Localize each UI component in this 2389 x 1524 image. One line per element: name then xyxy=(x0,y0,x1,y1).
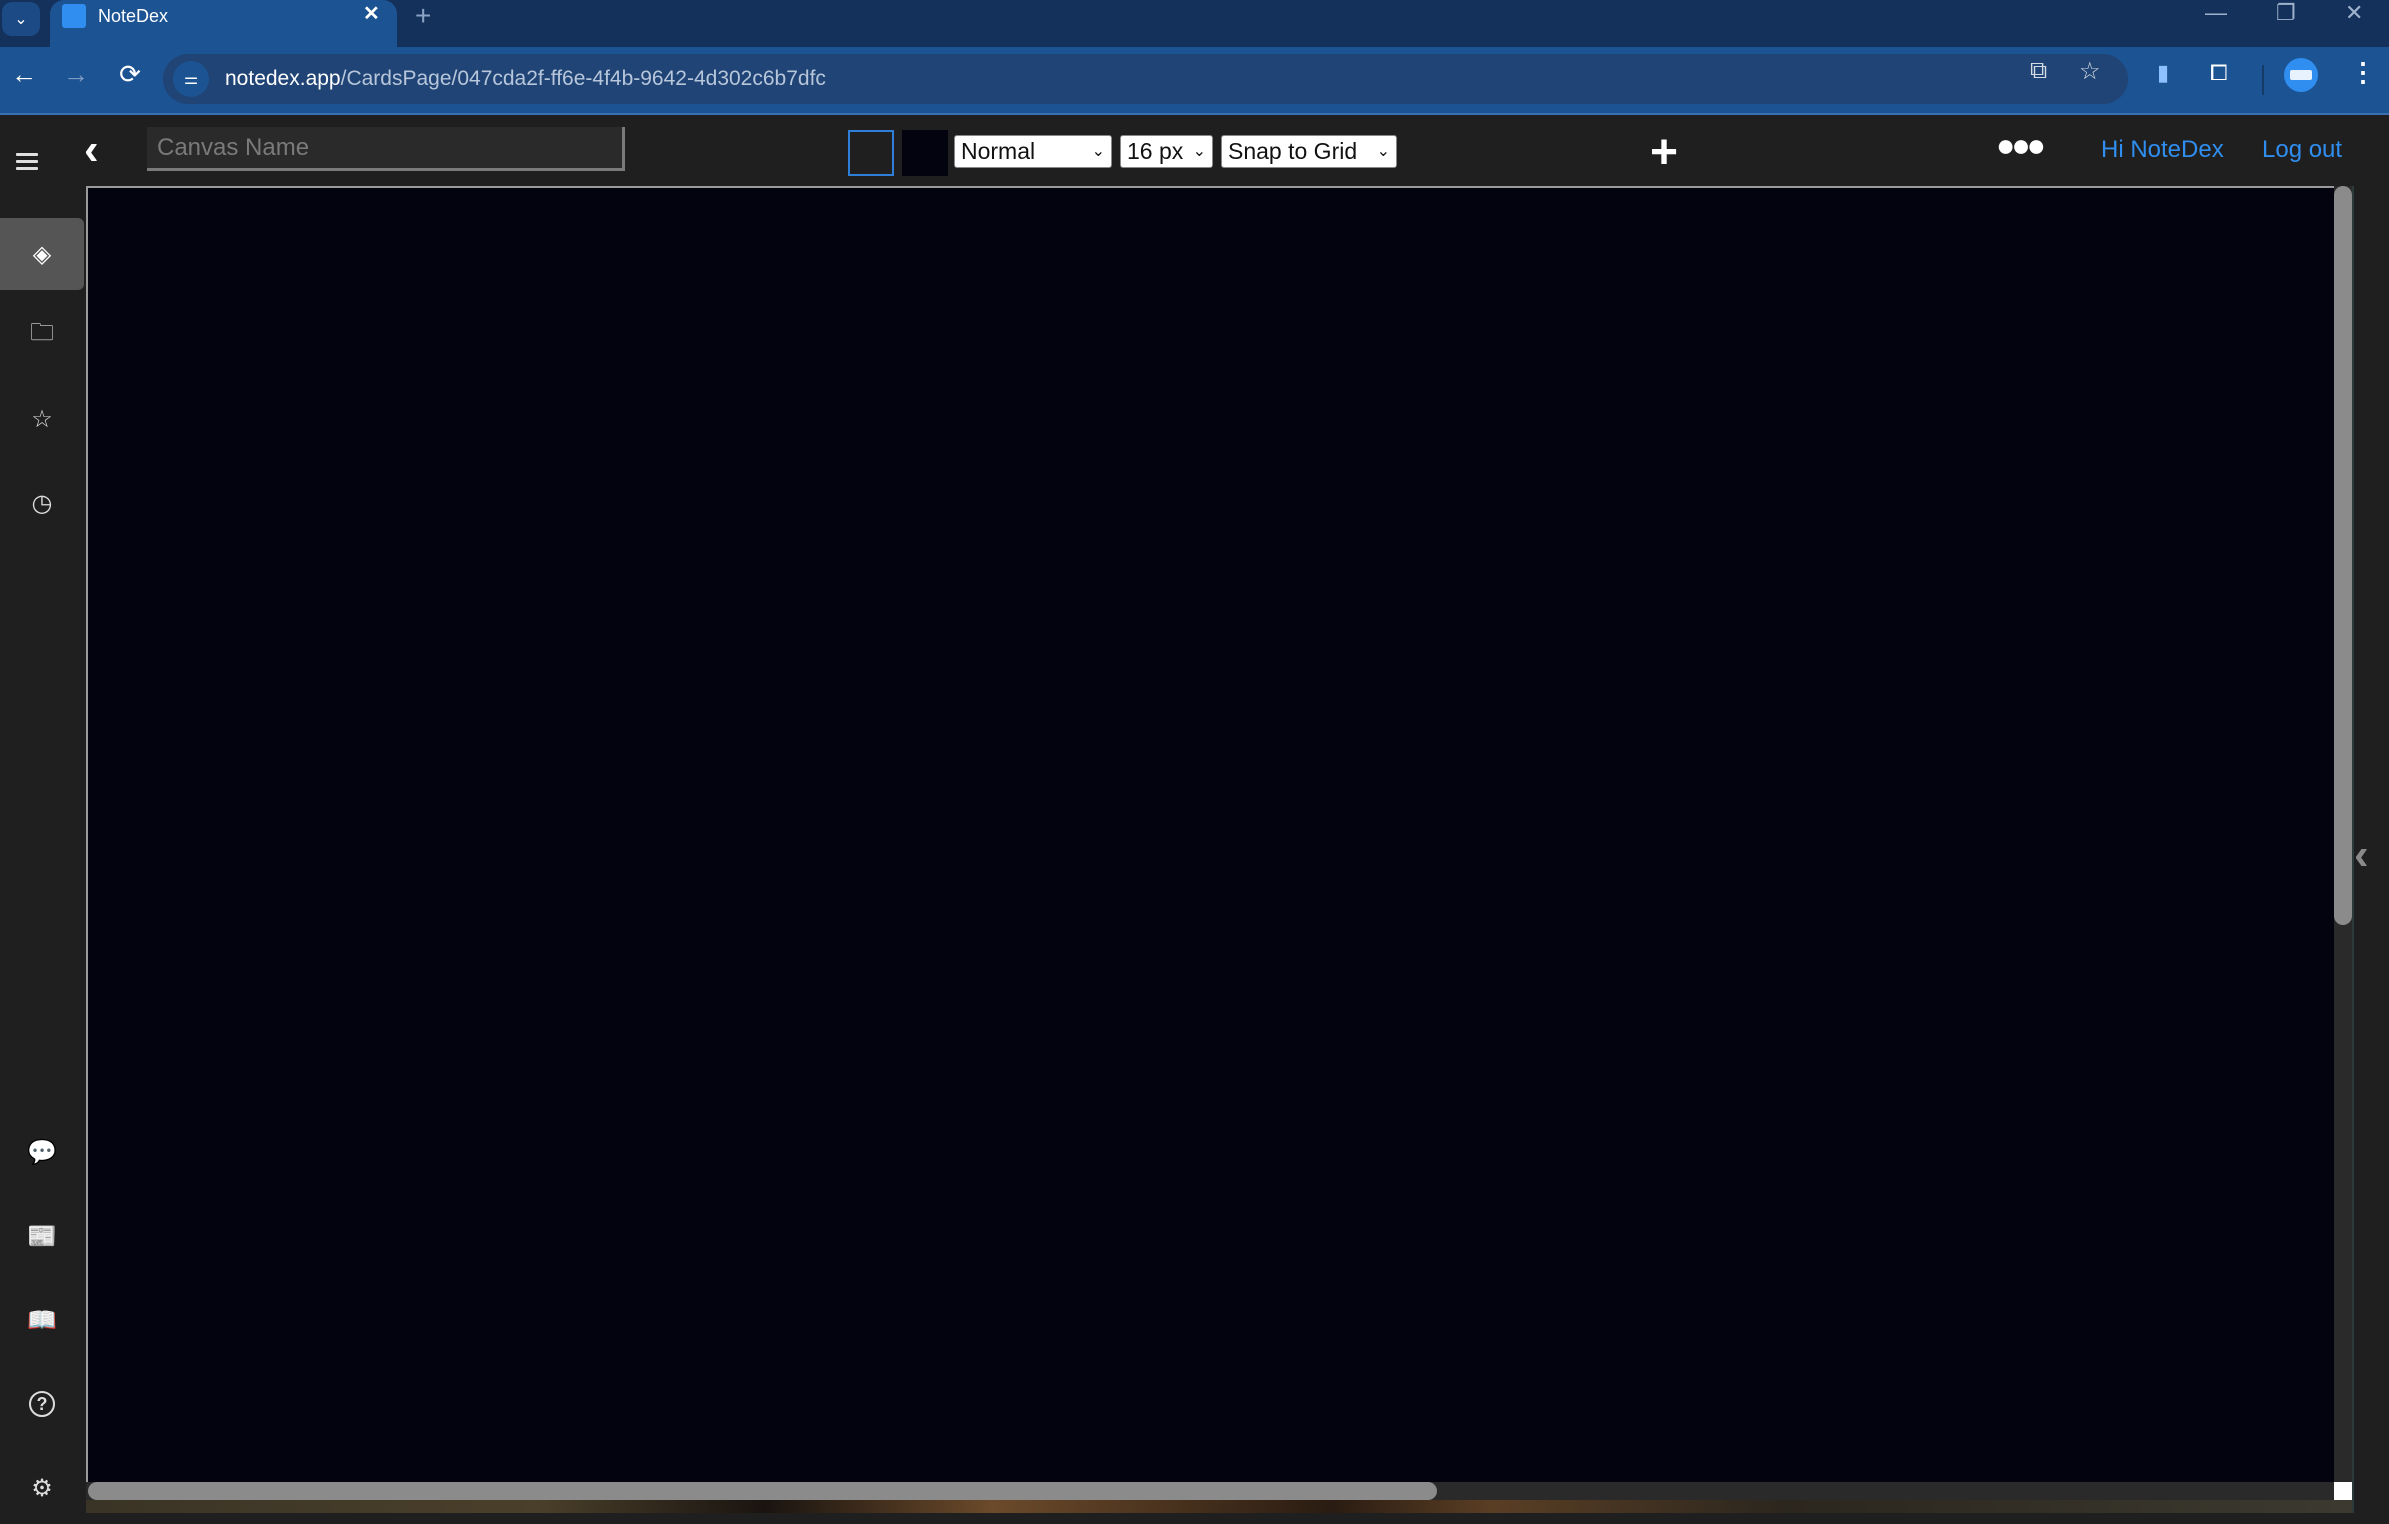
tab-title: NoteDex xyxy=(98,6,169,26)
folder-icon: 🗀 xyxy=(30,318,54,346)
help-circle-icon: ? xyxy=(29,1391,55,1417)
app-header: ‹ Normal ⌄ 16 px ⌄ Snap to Grid ⌄ + ●●● … xyxy=(0,117,2389,186)
add-card-plus-icon[interactable]: + xyxy=(1650,129,1678,177)
font-size-value: 16 px xyxy=(1127,138,1184,164)
url-host: notedex.app xyxy=(225,67,341,90)
tab-search-button[interactable]: ⌄ xyxy=(2,2,40,36)
site-info-icon[interactable]: ⚌ xyxy=(173,61,209,97)
sidebar-item-news[interactable]: 📰 xyxy=(0,1200,84,1272)
book-open-icon: 📖 xyxy=(27,1306,57,1334)
logout-link[interactable]: Log out xyxy=(2262,136,2342,164)
font-size-select[interactable]: 16 px ⌄ xyxy=(1120,135,1213,168)
card-canvas[interactable] xyxy=(86,186,2334,1482)
hamburger-menu-icon[interactable] xyxy=(16,153,38,171)
browser-menu-icon[interactable]: ⋮ xyxy=(2350,57,2376,88)
fill-color-picker[interactable] xyxy=(902,130,948,176)
profile-avatar-icon[interactable] xyxy=(2284,58,2318,92)
chevron-down-icon: ⌄ xyxy=(1091,143,1105,160)
forward-arrow-icon[interactable]: → xyxy=(58,59,94,90)
sidebar-item-help[interactable]: ? xyxy=(0,1368,84,1440)
snap-mode-select[interactable]: Snap to Grid ⌄ xyxy=(1221,135,1397,168)
more-options-icon[interactable]: ●●● xyxy=(1996,127,2046,164)
layers-icon: ◈ xyxy=(32,240,52,268)
font-weight-select[interactable]: Normal ⌄ xyxy=(954,135,1112,168)
chevron-down-icon: ⌄ xyxy=(14,11,28,28)
new-tab-button[interactable]: + xyxy=(415,0,431,32)
url-path: /CardsPage/047cda2f-ff6e-4f4b-9642-4d302… xyxy=(340,67,826,90)
vertical-scrollbar-thumb[interactable] xyxy=(2334,186,2352,925)
scrollbar-corner xyxy=(2334,1482,2352,1500)
browser-toolbar: ← → ⟳ ⚌ notedex.app/CardsPage/047cda2f-f… xyxy=(0,47,2389,115)
side-panel-icon[interactable]: ▮ xyxy=(2157,60,2169,86)
address-bar[interactable]: ⚌ notedex.app/CardsPage/047cda2f-ff6e-4f… xyxy=(163,54,2128,104)
notedex-favicon-icon xyxy=(62,4,86,28)
chevron-down-icon: ⌄ xyxy=(1192,143,1206,160)
tab-close-icon[interactable]: ✕ xyxy=(363,1,380,26)
newspaper-icon: 📰 xyxy=(27,1222,57,1250)
sidebar-item-favorites[interactable]: ☆ xyxy=(0,383,84,455)
minimize-button[interactable]: — xyxy=(2205,0,2227,26)
toolbar-divider xyxy=(2262,65,2264,95)
expand-panel-chevron-icon[interactable]: ‹ xyxy=(2354,830,2369,880)
back-arrow-icon[interactable]: ← xyxy=(6,59,42,90)
background-image-strip xyxy=(86,1500,2352,1513)
open-in-app-icon[interactable]: ⧉ xyxy=(2030,57,2047,85)
clock-icon: ◷ xyxy=(31,489,53,517)
reload-icon[interactable]: ⟳ xyxy=(112,59,148,90)
canvas-name-input[interactable] xyxy=(147,127,625,171)
user-greeting-link[interactable]: Hi NoteDex xyxy=(2101,136,2224,164)
font-weight-value: Normal xyxy=(961,138,1036,164)
sidebar-item-canvases[interactable]: ◈ xyxy=(0,218,84,290)
browser-tab-notedex[interactable]: NoteDex ✕ xyxy=(50,0,397,47)
sidebar-item-settings[interactable]: ⚙ xyxy=(0,1452,84,1524)
sidebar-item-guide[interactable]: 📖 xyxy=(0,1284,84,1356)
star-icon: ☆ xyxy=(31,405,53,433)
border-color-picker[interactable] xyxy=(848,130,894,176)
sidebar-item-recent[interactable]: ◷ xyxy=(0,467,84,539)
browser-tab-strip: ⌄ NoteDex ✕ + — ❐ ✕ xyxy=(0,0,2389,47)
horizontal-scrollbar-thumb[interactable] xyxy=(88,1482,1437,1500)
sidebar-item-feedback[interactable]: 💬 xyxy=(0,1116,84,1188)
restore-button[interactable]: ❐ xyxy=(2276,0,2296,26)
window-close-button[interactable]: ✕ xyxy=(2345,0,2363,26)
url-text[interactable]: notedex.app/CardsPage/047cda2f-ff6e-4f4b… xyxy=(225,67,826,91)
bookmark-star-icon[interactable]: ☆ xyxy=(2079,57,2101,86)
chevron-down-icon: ⌄ xyxy=(1376,143,1390,160)
snap-mode-value: Snap to Grid xyxy=(1228,138,1358,164)
chat-bubbles-icon: 💬 xyxy=(27,1138,57,1166)
sidebar: ◈ 🗀 ☆ ◷ 💬 📰 📖 ? ⚙ xyxy=(0,186,86,1513)
gear-icon: ⚙ xyxy=(31,1474,53,1502)
back-chevron-icon[interactable]: ‹ xyxy=(84,125,99,175)
extensions-puzzle-icon[interactable]: ⧠ xyxy=(2210,60,2228,86)
sidebar-item-folders[interactable]: 🗀 xyxy=(0,299,84,371)
